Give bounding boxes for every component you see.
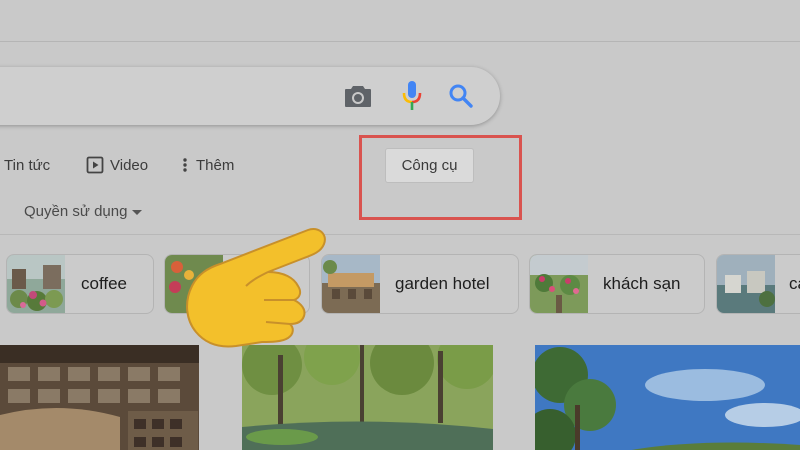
chip-label: coffee	[81, 274, 128, 293]
camera-icon[interactable]	[342, 80, 374, 112]
chip-ca[interactable]: ca	[716, 254, 800, 314]
chip-thumbnail	[7, 255, 65, 313]
search-icon[interactable]	[445, 80, 477, 112]
header-divider	[0, 41, 800, 42]
chip-label: ca	[789, 274, 800, 293]
image-result[interactable]	[535, 345, 800, 450]
tab-video-label: Video	[110, 156, 149, 174]
play-icon	[86, 156, 104, 174]
image-result[interactable]	[242, 345, 493, 450]
chip-khach-san[interactable]: khách sạn	[529, 254, 705, 314]
image-result[interactable]	[0, 345, 199, 450]
usage-rights-dropdown[interactable]: Quyền sử dụng	[24, 200, 143, 222]
chip-label: khách sạn	[603, 274, 681, 293]
tab-news[interactable]: Tin tức	[4, 150, 50, 180]
pointing-hand-icon	[186, 228, 326, 348]
tab-more[interactable]: Thêm	[180, 150, 234, 180]
mic-icon[interactable]	[396, 80, 428, 112]
chip-thumbnail	[717, 255, 775, 313]
chip-thumbnail	[530, 255, 588, 313]
filter-divider	[0, 234, 800, 235]
usage-rights-label: Quyền sử dụng	[24, 202, 128, 220]
tab-video[interactable]: Video	[86, 150, 148, 180]
caret-down-icon	[132, 209, 143, 215]
tab-news-label: Tin tức	[4, 156, 51, 174]
chip-coffee[interactable]: coffee	[6, 254, 154, 314]
tab-more-label: Thêm	[196, 156, 235, 174]
highlight-box	[359, 135, 522, 220]
chip-label: garden hotel	[395, 274, 490, 293]
vertical-dots-icon	[183, 158, 187, 172]
chip-garden-hotel[interactable]: garden hotel	[321, 254, 519, 314]
